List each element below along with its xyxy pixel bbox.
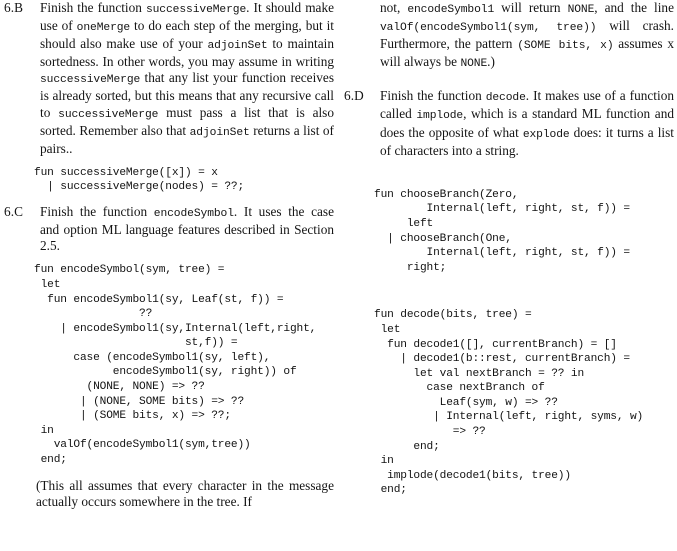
exercise-body-6c: Finish the function encodeSymbol. It use…: [40, 204, 334, 254]
text-span: Finish the function: [40, 204, 154, 220]
note-wrapper-6c: (This all assumes that every character i…: [36, 478, 334, 510]
code-span: NONE: [460, 58, 488, 71]
exercise-paragraph-6b: Finish the function successiveMerge. It …: [40, 0, 334, 157]
code-span: explode: [522, 128, 570, 141]
text-span: Finish the function: [40, 0, 146, 15]
exercise-body-6d: Finish the function decode. It makes use…: [380, 88, 674, 158]
code-span: NONE: [567, 4, 595, 16]
code-span: successiveMerge: [40, 74, 141, 87]
code-span: implode: [416, 110, 464, 123]
text-span: will return: [494, 0, 568, 15]
exercise-label-6b: 6.B: [4, 0, 24, 15]
text-span: .): [487, 54, 495, 70]
exercise-body-6b: Finish the function successiveMerge. It …: [40, 0, 334, 157]
exercise-note-6c: (This all assumes that every character i…: [36, 477, 334, 509]
code-span: adjoinSet: [189, 126, 250, 139]
document-page: 6.B Finish the function successiveMerge.…: [0, 0, 677, 551]
left-column: 6.B Finish the function successiveMerge.…: [4, 0, 334, 551]
code-block-encode-symbol: fun encodeSymbol(sym, tree) = let fun en…: [34, 264, 317, 467]
code-block-successive-merge: fun successiveMerge([x]) = x | successiv…: [34, 166, 245, 194]
code-span: successiveMerge: [145, 4, 247, 16]
code-span: adjoinSet: [207, 40, 268, 53]
code-span: successiveMerge: [58, 108, 159, 121]
code-span: encodeSymbol1: [407, 4, 495, 16]
exercise-paragraph-6d: Finish the function decode. It makes use…: [380, 88, 674, 158]
code-span: (SOME bits, x): [517, 40, 614, 53]
code-block-decode: fun decode(bits, tree) = let fun decode1…: [374, 309, 644, 497]
code-block-choose-branch: fun chooseBranch(Zero, Internal(left, ri…: [374, 188, 630, 274]
exercise-paragraph-6c: Finish the function encodeSymbol. It use…: [40, 204, 334, 254]
exercise-label-6c: 6.C: [4, 204, 24, 220]
exercise-item-6d: 6.D Finish the function decode. It makes…: [344, 88, 674, 158]
exercise-label-6d: 6.D: [344, 88, 364, 104]
code-span: valOf(encodeSymbol1(sym, tree)): [380, 22, 597, 35]
text-span: Finish the function: [380, 88, 486, 104]
code-span: oneMerge: [76, 22, 131, 35]
continuation-paragraph: not, encodeSymbol1 will return NONE, and…: [380, 0, 674, 72]
exercise-item-6b: 6.B Finish the function successiveMerge.…: [4, 0, 334, 157]
code-span: encodeSymbol: [153, 208, 234, 221]
text-span: , and the line: [594, 0, 674, 15]
text-span: not,: [380, 0, 408, 15]
continuation-body: not, encodeSymbol1 will return NONE, and…: [380, 0, 674, 72]
exercise-item-6c: 6.C Finish the function encodeSymbol. It…: [4, 204, 334, 254]
right-column: not, encodeSymbol1 will return NONE, and…: [344, 0, 674, 551]
code-span: decode: [485, 92, 526, 105]
continuation-block: not, encodeSymbol1 will return NONE, and…: [344, 0, 674, 72]
